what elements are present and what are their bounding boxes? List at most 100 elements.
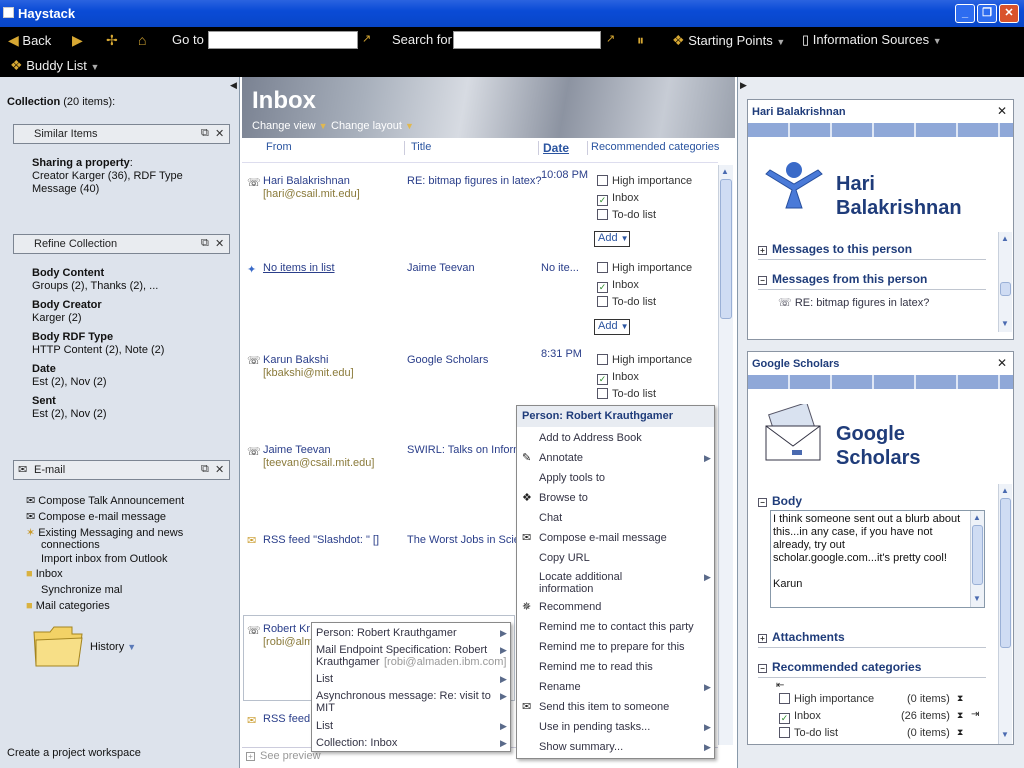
home-icon[interactable]: ⌂ — [138, 32, 146, 48]
goto-arrow-icon[interactable]: ↗ — [362, 32, 371, 45]
inbox-scrollbar[interactable]: ▲ — [718, 165, 733, 745]
message-card-scrollbar[interactable]: ▲ ▼ — [998, 484, 1012, 744]
close-icon[interactable]: ✕ — [215, 463, 224, 476]
inbox-item[interactable]: ■ Inbox — [26, 568, 63, 580]
menu-item-chat[interactable]: Chat — [539, 512, 562, 524]
target-collection[interactable]: Collection: Inbox — [316, 737, 397, 749]
search-arrow-icon[interactable]: ↗ — [606, 32, 615, 45]
scroll-up-icon[interactable]: ▲ — [721, 167, 729, 176]
refine-collection-section[interactable]: Refine Collection ⧉ ✕ — [13, 234, 230, 254]
compose-talk-item[interactable]: ✉ Compose Talk Announcement — [26, 494, 184, 507]
row-title[interactable]: Google Scholars — [407, 354, 488, 366]
refresh-icon[interactable]: ✢ — [106, 32, 118, 49]
add-category-button[interactable]: Add ▼ — [594, 231, 630, 247]
menu-item-send[interactable]: Send this item to someone — [539, 701, 669, 713]
menu-item-apply-tools[interactable]: Apply tools to — [539, 472, 605, 484]
collapse-left-icon[interactable]: ◀ — [230, 80, 237, 91]
menu-item-locate-2[interactable]: information — [539, 583, 593, 595]
column-from[interactable]: From — [266, 141, 292, 153]
close-icon[interactable]: ✕ — [997, 356, 1007, 370]
email-section[interactable]: ✉ E-mail ⧉ ✕ — [13, 460, 230, 480]
scroll-down-icon[interactable]: ▼ — [1001, 319, 1009, 328]
rec-category-inbox[interactable]: ✓ Inbox — [779, 710, 821, 724]
synchronize-item[interactable]: Synchronize mal — [41, 584, 122, 596]
recommended-categories-section[interactable]: − Recommended categories — [758, 660, 921, 674]
facet-values[interactable]: Groups (2), Thanks (2), ... — [32, 280, 158, 292]
row-from[interactable]: Karun Bakshi — [263, 354, 328, 366]
buddy-list-menu[interactable]: ❖ Buddy List ▼ — [10, 57, 99, 74]
row-title[interactable]: Jaime Teevan — [407, 262, 475, 274]
target-mail-endpoint[interactable]: Mail Endpoint Specification: Robert — [316, 644, 487, 656]
scroll-up-icon[interactable]: ▲ — [973, 513, 981, 522]
restore-button[interactable]: ❐ — [977, 4, 997, 23]
sharing-values[interactable]: Creator Karger (36), RDF Type — [32, 170, 183, 182]
menu-item-remind-read[interactable]: Remind me to read this — [539, 661, 653, 673]
checkbox-checked[interactable]: ✓ — [779, 713, 790, 724]
row-from[interactable]: No items in list — [263, 262, 335, 274]
checkbox[interactable] — [779, 727, 790, 738]
scroll-thumb[interactable] — [972, 525, 983, 585]
target-person[interactable]: Person: Robert Krauthgamer — [316, 627, 457, 639]
scroll-thumb[interactable] — [1000, 498, 1011, 648]
collapse-right-icon[interactable]: ▶ — [740, 80, 747, 91]
category-todo[interactable]: To-do list — [597, 209, 656, 221]
row-email[interactable]: [hari@csail.mit.edu] — [263, 188, 360, 200]
existing-messaging-item-2[interactable]: connections — [41, 539, 100, 551]
close-icon[interactable]: ✕ — [215, 237, 224, 250]
pin-icon[interactable]: ⇥ — [971, 709, 979, 720]
facet-values[interactable]: Karger (2) — [32, 312, 82, 324]
category-todo[interactable]: To-do list — [597, 388, 656, 400]
menu-item-show-summary[interactable]: Show summary... — [539, 741, 623, 753]
maximize-icon[interactable]: ⧉ — [201, 463, 209, 476]
row-from[interactable]: Jaime Teevan — [263, 444, 331, 456]
column-categories[interactable]: Recommended categories — [591, 141, 719, 153]
body-scrollbar[interactable]: ▲ ▼ — [970, 511, 984, 607]
body-section[interactable]: − Body — [758, 494, 802, 508]
menu-item-recommend[interactable]: Recommend — [539, 601, 601, 613]
checkbox-checked[interactable]: ✓ — [597, 195, 608, 206]
checkbox-checked[interactable]: ✓ — [597, 374, 608, 385]
checkbox[interactable] — [597, 209, 608, 220]
menu-arrow-icon[interactable]: ⧗ — [957, 693, 963, 704]
messages-from-section[interactable]: − Messages from this person — [758, 272, 927, 286]
category-todo[interactable]: To-do list — [597, 296, 656, 308]
attachments-section[interactable]: + Attachments — [758, 630, 845, 644]
category-high[interactable]: High importance — [597, 262, 692, 274]
pin-icon[interactable]: ⇤ — [776, 680, 784, 691]
target-list[interactable]: List — [316, 673, 333, 685]
row-from[interactable]: Robert Kr — [263, 623, 310, 635]
facet-values[interactable]: Est (2), Nov (2) — [32, 408, 107, 420]
column-date[interactable]: Date — [543, 141, 569, 155]
menu-item-add-address-book[interactable]: Add to Address Book — [539, 432, 642, 444]
column-title[interactable]: Title — [411, 141, 431, 153]
search-input[interactable] — [453, 31, 601, 49]
row-email[interactable]: [teevan@csail.mit.edu] — [263, 457, 374, 469]
row-from[interactable]: RSS feed — [263, 713, 310, 725]
minimize-button[interactable]: _ — [955, 4, 975, 23]
checkbox[interactable] — [597, 296, 608, 307]
scroll-down-icon[interactable]: ▼ — [1001, 730, 1009, 739]
information-sources-menu[interactable]: ▯ Information Sources ▼ — [802, 32, 942, 48]
add-category-button[interactable]: Add ▼ — [594, 319, 630, 335]
category-inbox[interactable]: ✓ Inbox — [597, 279, 639, 293]
menu-arrow-icon[interactable]: ⧗ — [957, 727, 963, 738]
target-mail-endpoint-2[interactable]: Krauthgamer — [316, 656, 380, 668]
target-async-message-2[interactable]: MIT — [316, 702, 335, 714]
sharing-values-2[interactable]: Message (40) — [32, 183, 99, 195]
menu-item-compose[interactable]: Compose e-mail message — [539, 532, 667, 544]
see-preview-toggle[interactable]: + See preview — [246, 750, 321, 762]
scroll-thumb[interactable] — [1000, 282, 1011, 296]
rec-category-todo[interactable]: To-do list — [779, 727, 838, 739]
history-folder-icon[interactable] — [32, 622, 84, 668]
scroll-up-icon[interactable]: ▲ — [1001, 486, 1009, 495]
menu-item-copy-url[interactable]: Copy URL — [539, 552, 590, 564]
category-high[interactable]: High importance — [597, 175, 692, 187]
create-workspace-link[interactable]: Create a project workspace — [7, 747, 141, 759]
row-title[interactable]: The Worst Jobs in Scie — [407, 534, 520, 546]
close-window-button[interactable]: ✕ — [999, 4, 1019, 23]
close-icon[interactable]: ✕ — [215, 127, 224, 140]
back-button[interactable]: ◀ Back — [8, 32, 51, 49]
menu-item-rename[interactable]: Rename — [539, 681, 581, 693]
existing-messaging-item[interactable]: ✶ Existing Messaging and news — [26, 526, 183, 539]
mail-categories-item[interactable]: ■ Mail categories — [26, 600, 110, 612]
